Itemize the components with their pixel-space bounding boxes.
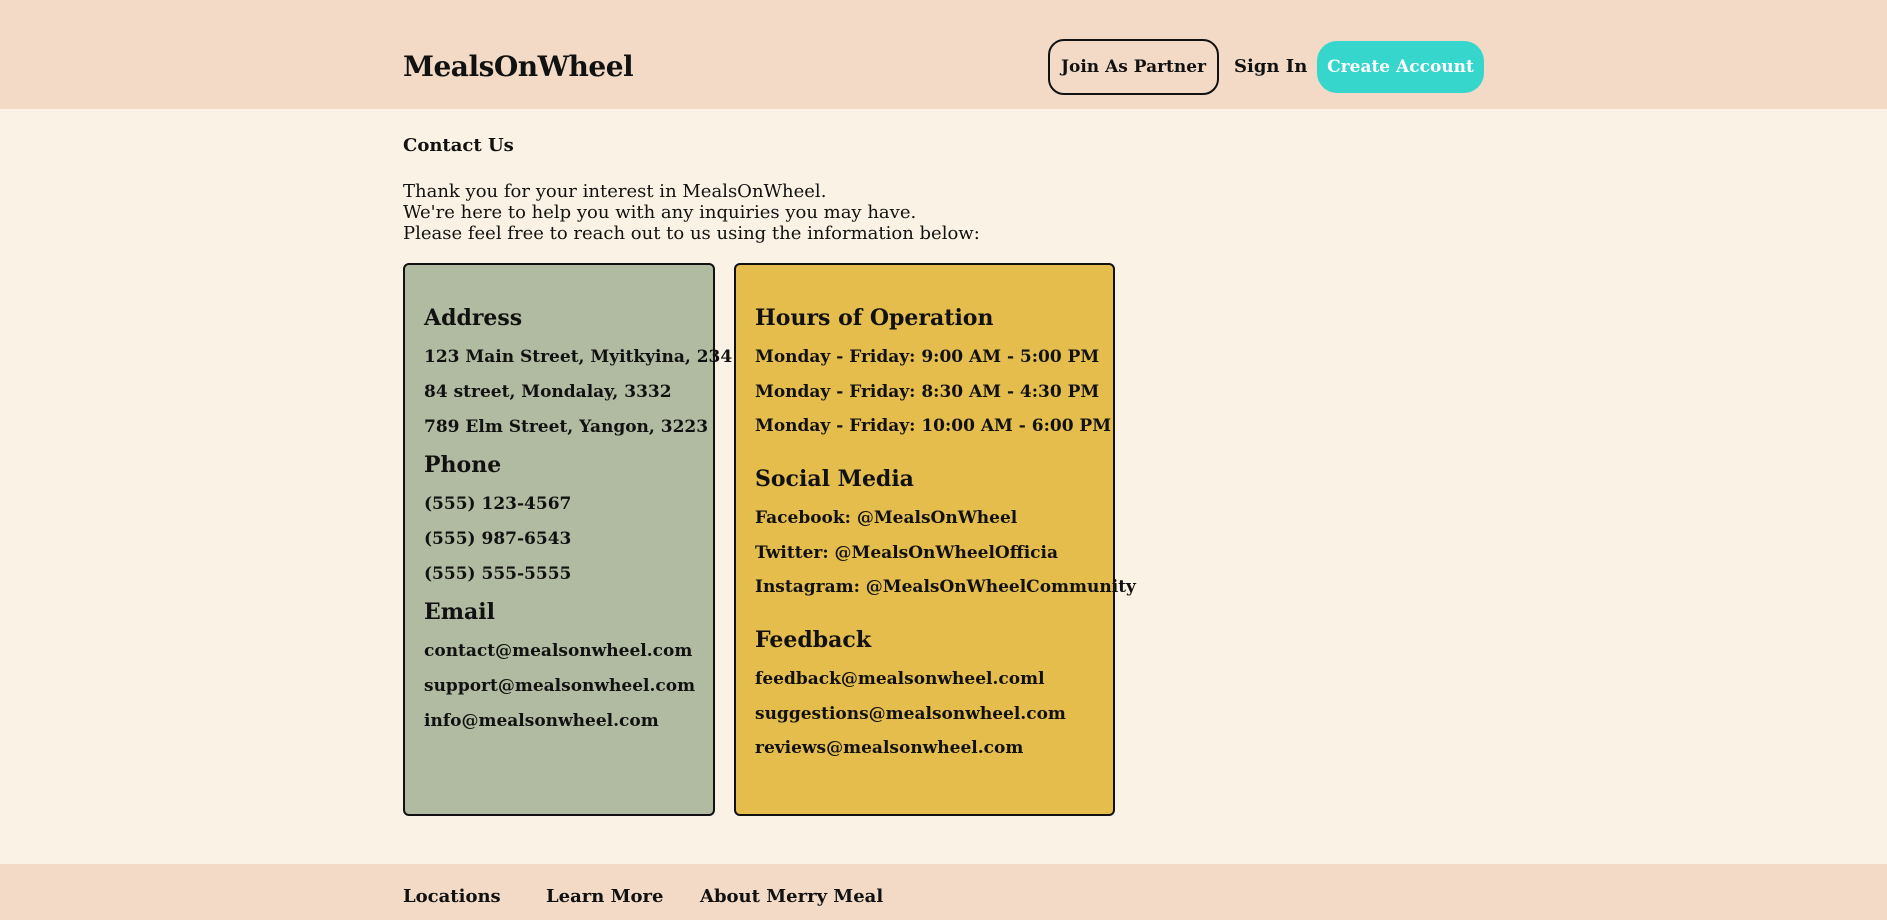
feedback-heading: Feedback: [755, 627, 872, 653]
intro-line: Please feel free to reach out to us usin…: [403, 223, 980, 244]
page-title: Contact Us: [403, 135, 514, 156]
hours-heading: Hours of Operation: [755, 305, 994, 331]
address-item: 123 Main Street, Myitkyina, 2341: [424, 347, 745, 367]
site-logo[interactable]: MealsOnWheel: [403, 50, 634, 83]
intro-line: Thank you for your interest in MealsOnWh…: [403, 181, 827, 202]
site-footer: Locations Learn More About Merry Meal: [0, 864, 1887, 920]
address-heading: Address: [424, 305, 523, 331]
hours-item: Monday - Friday: 8:30 AM - 4:30 PM: [755, 381, 1100, 402]
phone-item[interactable]: (555) 555-5555: [424, 564, 695, 584]
feedback-item[interactable]: feedback@mealsonwheel.coml: [755, 669, 1095, 689]
intro-line: We're here to help you with any inquirie…: [403, 202, 917, 223]
contact-card-left: Address 123 Main Street, Myitkyina, 2341…: [403, 263, 745, 816]
footer-heading-locations: Locations: [403, 886, 501, 907]
footer-heading-about: About Merry Meal: [700, 886, 884, 907]
contact-card-right: Hours of Operation Monday - Friday: 9:00…: [734, 263, 1136, 816]
join-as-partner-button[interactable]: Join As Partner: [1048, 39, 1219, 95]
feedback-item[interactable]: reviews@mealsonwheel.com: [755, 738, 1095, 758]
feedback-item[interactable]: suggestions@mealsonwheel.com: [755, 704, 1095, 724]
address-item: 84 street, Mondalay, 3332: [424, 382, 672, 402]
email-item[interactable]: contact@mealsonwheel.com: [424, 641, 695, 661]
hours-item: Monday - Friday: 10:00 AM - 6:00 PM: [755, 416, 1112, 436]
phone-item[interactable]: (555) 123-4567: [424, 494, 695, 514]
email-heading: Email: [424, 599, 496, 625]
create-account-button[interactable]: Create Account: [1317, 41, 1484, 93]
email-item[interactable]: info@mealsonwheel.com: [424, 711, 695, 731]
site-header: MealsOnWheel Join As Partner Sign In Cre…: [0, 0, 1887, 109]
sign-in-button[interactable]: Sign In: [1234, 56, 1307, 77]
intro-text: Thank you for your interest in MealsOnWh…: [403, 181, 980, 244]
social-media-item[interactable]: Facebook: @MealsOnWheel: [755, 508, 1095, 528]
social-media-item[interactable]: Instagram: @MealsOnWheelCommunity: [755, 577, 1136, 597]
phone-item[interactable]: (555) 987-6543: [424, 529, 695, 549]
address-item: 789 Elm Street, Yangon, 3223: [424, 417, 709, 437]
email-item[interactable]: support@mealsonwheel.com: [424, 676, 695, 696]
hours-item: Monday - Friday: 9:00 AM - 5:00 PM: [755, 347, 1100, 367]
footer-heading-learn-more: Learn More: [546, 886, 664, 907]
phone-heading: Phone: [424, 452, 502, 478]
social-media-item[interactable]: Twitter: @MealsOnWheelOfficia: [755, 543, 1095, 563]
social-media-heading: Social Media: [755, 466, 914, 492]
